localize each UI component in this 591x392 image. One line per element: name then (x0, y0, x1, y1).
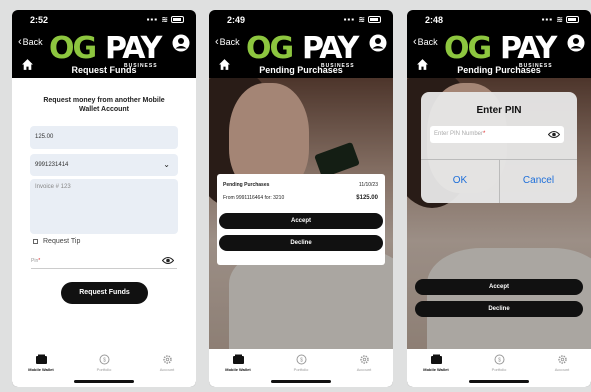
eye-icon[interactable] (548, 130, 560, 139)
chevron-down-icon: ⌄ (163, 160, 170, 169)
invoice-placeholder: Invoice # 123 (35, 184, 71, 190)
coin-icon: $ (99, 354, 109, 365)
purchase-amount: $125.00 (356, 195, 378, 201)
gear-icon (557, 355, 567, 364)
profile-icon[interactable] (567, 34, 585, 52)
signal-wifi-battery-icon: ▪▪▪ ≋ (147, 15, 184, 24)
status-time: 2:48 (425, 15, 444, 25)
required-marker: * (483, 131, 486, 137)
pin-field[interactable]: Pin* (31, 253, 177, 269)
tab-portfolio[interactable]: $ Portfolio (278, 354, 324, 372)
svg-text:$: $ (498, 358, 501, 364)
tab-label: Portfolio (491, 367, 507, 372)
card-title: Pending Purchases (223, 182, 270, 188)
page-title: Pending Purchases (259, 65, 343, 75)
amount-value: 125.00 (35, 134, 54, 140)
tab-bar: Mobile Wallet $ Portfolio Account (12, 349, 196, 387)
signal-wifi-battery-icon: ▪▪▪ ≋ (344, 15, 381, 24)
request-funds-button[interactable]: Request Funds (61, 282, 148, 304)
home-indicator (469, 380, 529, 383)
background-photo: Accept Decline Enter PIN Enter PIN Numbe… (407, 78, 591, 349)
required-marker: * (38, 258, 41, 264)
logo-og: OG (246, 31, 294, 66)
tab-bar: Mobile Wallet $ Portfolio Account (209, 349, 393, 387)
tab-mobile-wallet[interactable]: Mobile Wallet (413, 354, 459, 372)
status-bar: 2:48 ▪▪▪ ≋ (407, 10, 591, 30)
tab-label: Mobile Wallet (423, 367, 449, 372)
tab-bar: Mobile Wallet $ Portfolio Account (407, 349, 591, 387)
home-indicator (271, 380, 331, 383)
pending-purchase-card: Pending Purchases 11/10/23 From 99911164… (217, 174, 385, 265)
enter-pin-dialog: Enter PIN Enter PIN Number* OK Cancel (421, 92, 577, 203)
coin-icon: $ (494, 354, 504, 365)
decline-button[interactable]: Decline (415, 301, 583, 317)
tab-label: Portfolio (293, 367, 309, 372)
tab-portfolio[interactable]: $ Portfolio (476, 354, 522, 372)
tab-label: Mobile Wallet (225, 367, 251, 372)
request-tip-checkbox[interactable] (33, 238, 38, 244)
dialog-title: Enter PIN (476, 105, 522, 116)
gear-icon (359, 355, 369, 364)
invoice-field[interactable]: Invoice # 123 (30, 179, 178, 234)
status-bar: 2:52 ▪▪▪ ≋ (12, 10, 196, 30)
logo-og: OG (49, 31, 97, 66)
tab-portfolio[interactable]: $ Portfolio (81, 354, 127, 372)
tab-label: Mobile Wallet (28, 367, 54, 372)
pin-placeholder: Enter PIN Number (434, 131, 484, 137)
tab-account[interactable]: Account (341, 354, 387, 372)
phone-enter-pin: 2:48 ▪▪▪ ≋ ‹Back OG PAY BUSINESS Pending… (407, 10, 591, 387)
page-title: Pending Purchases (457, 65, 541, 75)
request-funds-form: Request money from another Mobile Wallet… (12, 78, 196, 349)
phone-pending-purchases: 2:49 ▪▪▪ ≋ ‹Back OG PAY BUSINESS Pending… (209, 10, 393, 387)
logo-pay: PAY (105, 31, 162, 66)
phone-request-funds: 2:52 ▪▪▪ ≋ ‹Back OG PAY BUSINESS Request… (12, 10, 196, 387)
logo-pay: PAY (500, 31, 557, 66)
tab-mobile-wallet[interactable]: Mobile Wallet (215, 354, 261, 372)
tab-label: Portfolio (96, 367, 112, 372)
decline-button[interactable]: Decline (219, 235, 383, 251)
page-title: Request Funds (71, 65, 137, 75)
profile-icon[interactable] (172, 34, 190, 52)
request-tip-row[interactable]: Request Tip (33, 238, 80, 245)
phone-value: 9991231414 (35, 162, 69, 168)
background-photo: Pending Purchases 11/10/23 From 99911164… (209, 78, 393, 349)
phone-select[interactable]: 9991231414 ⌄ (30, 154, 178, 176)
tab-label: Account (554, 367, 570, 372)
tab-mobile-wallet[interactable]: Mobile Wallet (18, 354, 64, 372)
gear-icon (162, 355, 172, 364)
accept-button[interactable]: Accept (415, 279, 583, 295)
signal-wifi-battery-icon: ▪▪▪ ≋ (542, 15, 579, 24)
logo-og: OG (444, 31, 492, 66)
profile-icon[interactable] (369, 34, 387, 52)
logo-pay: PAY (302, 31, 359, 66)
home-indicator (74, 380, 134, 383)
tab-account[interactable]: Account (144, 354, 190, 372)
tab-label: Account (356, 367, 372, 372)
purchase-date: 11/10/23 (358, 182, 378, 188)
svg-text:$: $ (103, 358, 106, 364)
request-tip-label: Request Tip (43, 238, 81, 245)
status-time: 2:52 (30, 15, 49, 25)
ok-button[interactable]: OK (421, 159, 499, 203)
pin-input[interactable]: Enter PIN Number* (430, 126, 564, 143)
purchase-from: From 9991116464 for: 3210 (223, 195, 285, 201)
eye-icon[interactable] (162, 256, 174, 265)
wallet-icon (35, 354, 47, 364)
svg-text:$: $ (300, 358, 303, 364)
cancel-button[interactable]: Cancel (500, 159, 577, 203)
form-heading: Request money from another Mobile Wallet… (43, 97, 165, 113)
amount-field[interactable]: 125.00 (30, 126, 178, 149)
wallet-icon (232, 354, 244, 364)
accept-button[interactable]: Accept (219, 213, 383, 229)
status-time: 2:49 (227, 15, 246, 25)
coin-icon: $ (296, 354, 306, 365)
tab-label: Account (159, 367, 175, 372)
wallet-icon (430, 354, 442, 364)
status-bar: 2:49 ▪▪▪ ≋ (209, 10, 393, 30)
tab-account[interactable]: Account (539, 354, 585, 372)
